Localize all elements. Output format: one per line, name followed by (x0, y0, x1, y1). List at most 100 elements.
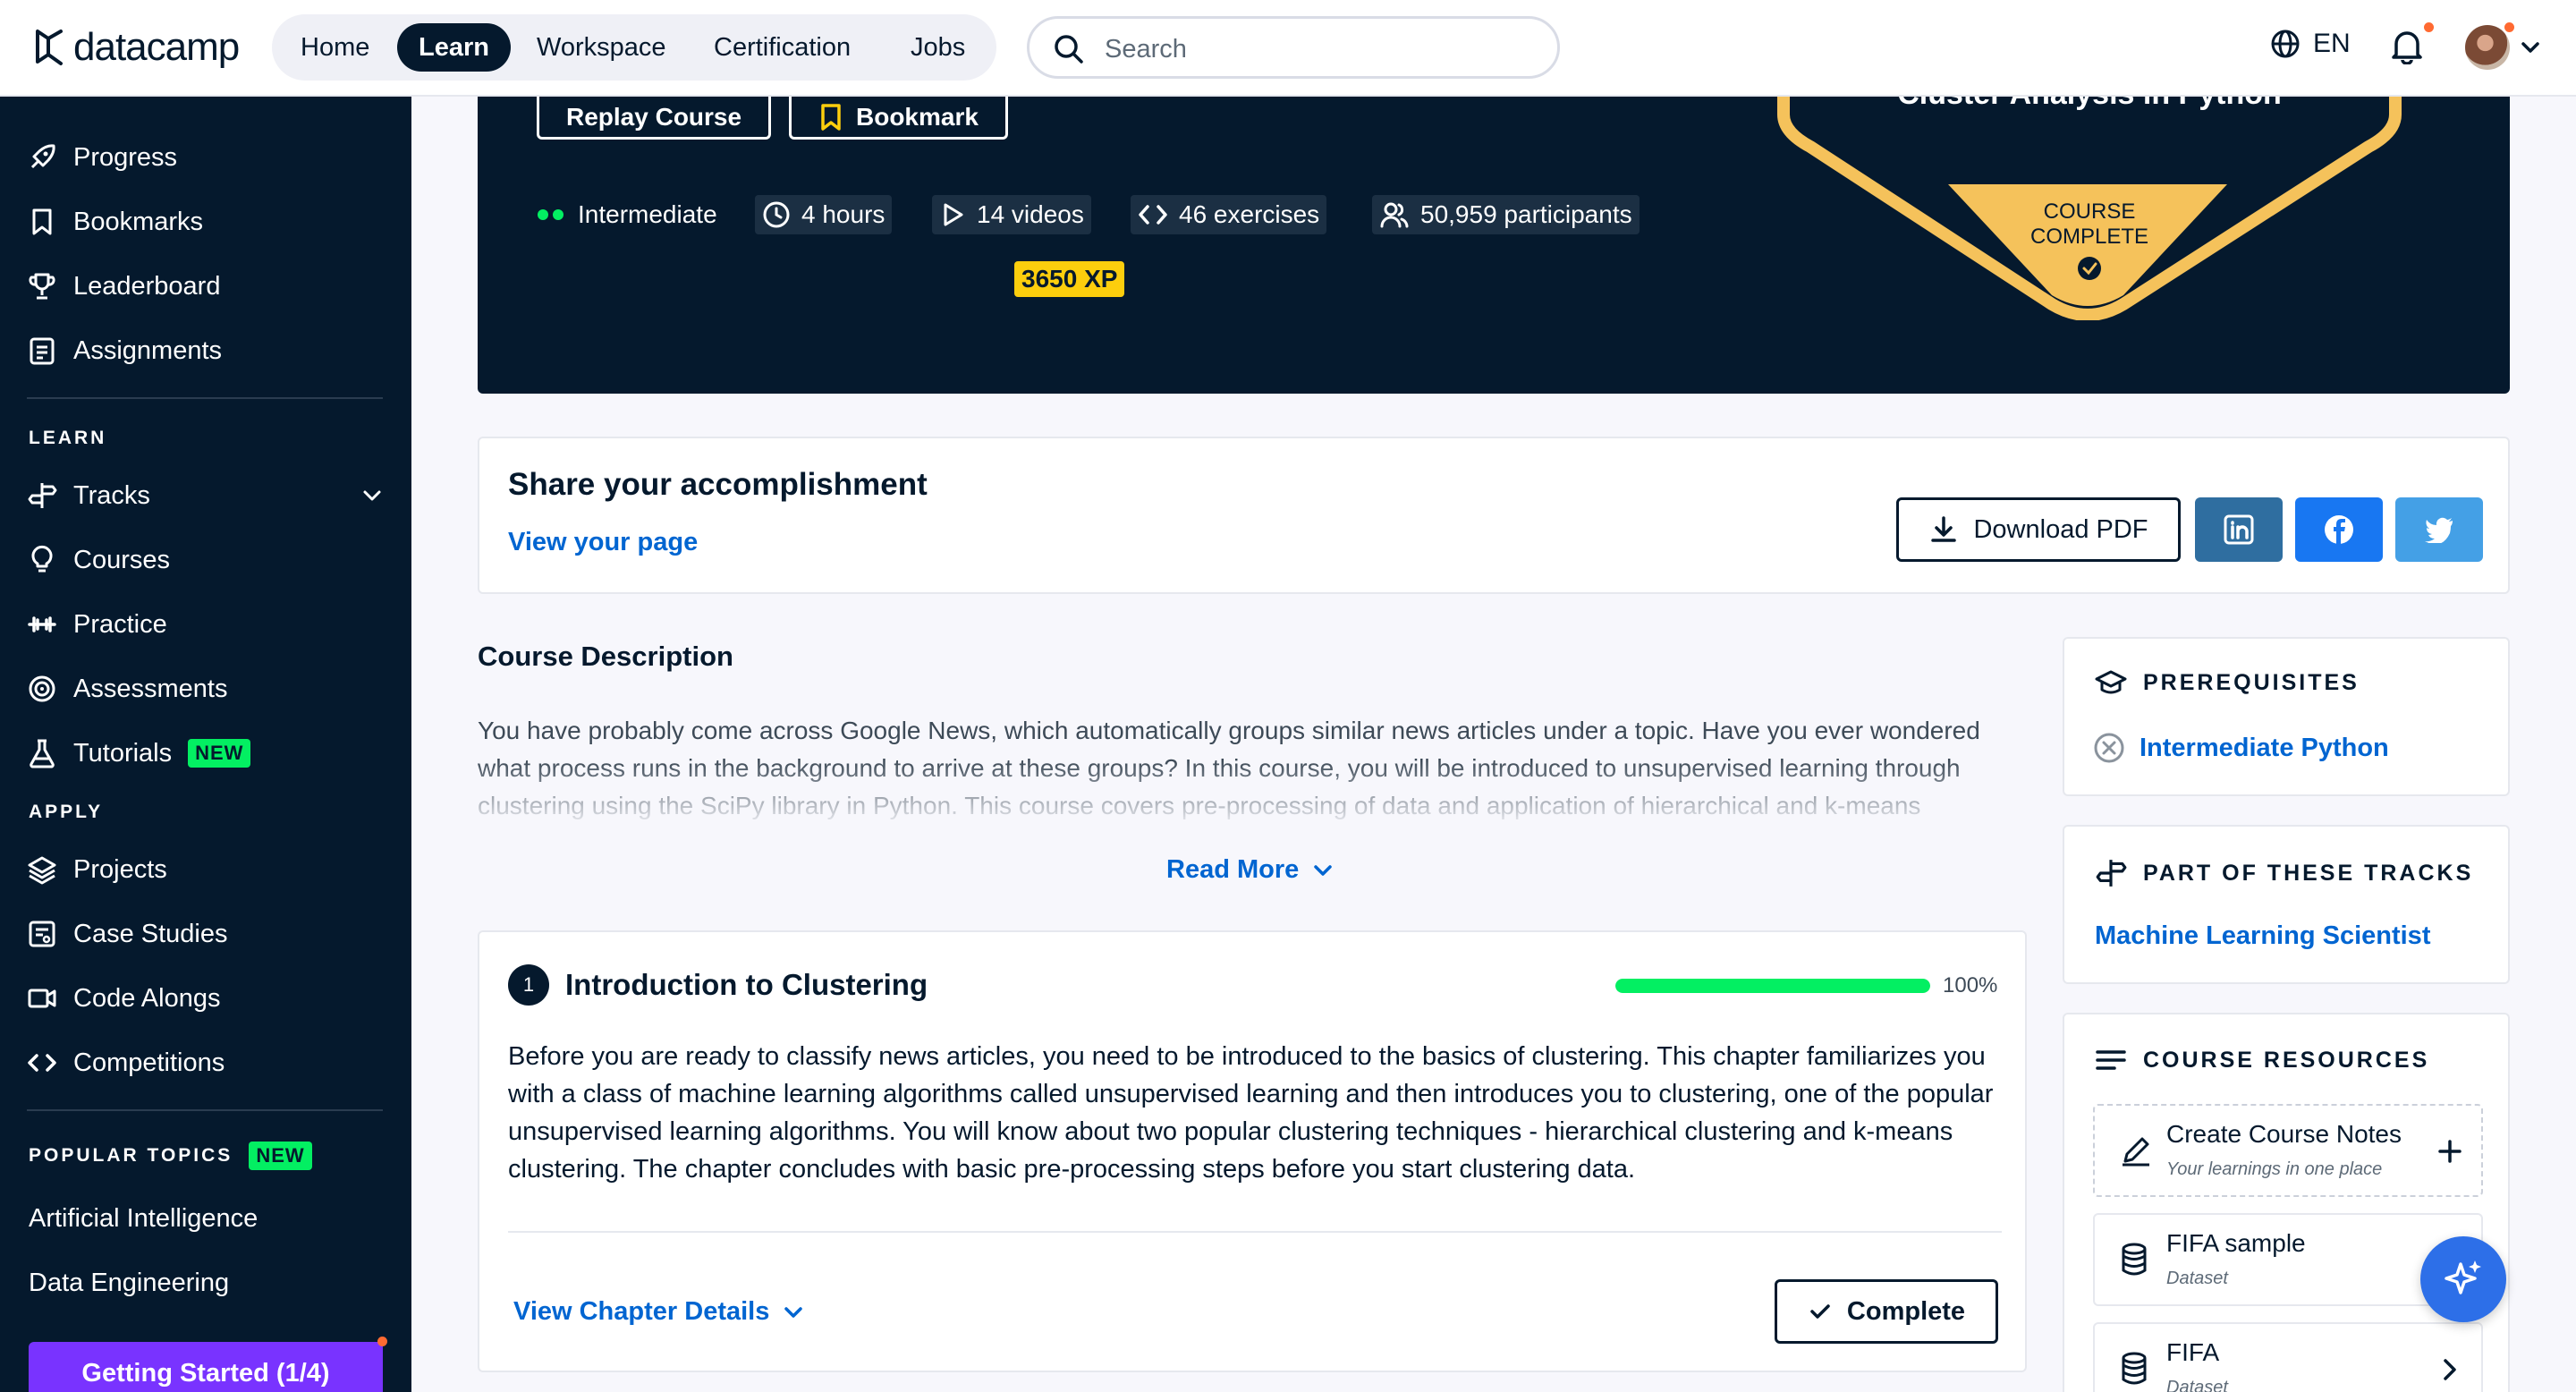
sidebar-item-competitions[interactable]: Competitions (27, 1043, 225, 1082)
nav-workspace[interactable]: Workspace (515, 23, 688, 72)
avatar-notification-dot (2504, 22, 2514, 32)
check-icon (1810, 1304, 1830, 1319)
bookmark-icon (32, 208, 52, 235)
circle-x-icon (2094, 733, 2124, 763)
linkedin-share-button[interactable] (2195, 497, 2283, 562)
nav-jobs[interactable]: Jobs (889, 23, 987, 72)
nav-learn[interactable]: Learn (397, 23, 511, 72)
layers-icon (28, 856, 56, 885)
new-badge: NEW (249, 1142, 312, 1170)
dumbbell-icon (28, 616, 56, 632)
sidebar-divider (27, 1109, 383, 1111)
sidebar-item-case-studies[interactable]: Case Studies (27, 914, 228, 954)
linkedin-icon (2224, 514, 2254, 545)
bookmark-button[interactable]: Bookmark (789, 97, 1008, 140)
resource-fifa[interactable]: FIFA Dataset (2093, 1322, 2483, 1392)
list-icon (2096, 1050, 2126, 1070)
download-label: Download PDF (1973, 514, 2148, 544)
facebook-share-button[interactable] (2295, 497, 2383, 562)
course-complete-badge: Cluster Analysis in Python COURSE COMPLE… (1777, 97, 2402, 320)
rocket-icon (30, 144, 55, 169)
participants-label: 50,959 participants (1420, 200, 1632, 228)
language-selector[interactable]: EN (2270, 29, 2351, 59)
sidebar-item-courses[interactable]: Courses (27, 540, 170, 580)
sidebar-section-learn: LEARN (29, 428, 107, 448)
chapter-number: 1 (508, 964, 549, 1006)
badge-title: Cluster Analysis in Python (1897, 97, 2282, 111)
ai-assistant-button[interactable] (2420, 1236, 2506, 1322)
prerequisite-link[interactable]: Intermediate Python (2140, 734, 2389, 763)
database-icon (2122, 1352, 2147, 1385)
sidebar-label: Leaderboard (73, 271, 221, 301)
sidebar-label: Competitions (73, 1048, 225, 1077)
chapter-divider (508, 1231, 2002, 1233)
resources-heading: COURSE RESOURCES (2095, 1047, 2429, 1074)
sidebar-item-projects[interactable]: Projects (27, 850, 167, 889)
datacamp-logo-icon (36, 30, 63, 65)
badge-status-line2: COMPLETE (2030, 225, 2148, 249)
twitter-share-button[interactable] (2395, 497, 2483, 562)
course-videos: 14 videos (932, 195, 1091, 234)
course-exercises: 46 exercises (1131, 195, 1327, 234)
prerequisite-item[interactable]: Intermediate Python (2093, 732, 2389, 764)
getting-started-dot (377, 1337, 387, 1346)
resource-sub: Dataset (2166, 1269, 2228, 1288)
share-title: Share your accomplishment (508, 467, 928, 502)
complete-button[interactable]: Complete (1775, 1279, 1998, 1344)
nav-home[interactable]: Home (279, 23, 391, 72)
code-icon (1139, 205, 1167, 225)
sidebar-label: Case Studies (73, 919, 228, 948)
view-your-page-link[interactable]: View your page (508, 528, 698, 557)
replay-course-button[interactable]: Replay Course (537, 97, 772, 140)
bell-icon (2392, 31, 2422, 64)
sidebar-item-bookmarks[interactable]: Bookmarks (27, 202, 203, 242)
sidebar-divider (27, 397, 383, 399)
view-chapter-details-button[interactable]: View Chapter Details (513, 1297, 805, 1327)
chevron-down-icon (1314, 864, 1333, 876)
sidebar-item-assessments[interactable]: Assessments (27, 669, 227, 709)
download-pdf-button[interactable]: Download PDF (1896, 497, 2181, 562)
chapter-card: 1 Introduction to Clustering 100% Before… (478, 930, 2027, 1372)
database-icon (2122, 1243, 2147, 1276)
sidebar-item-code-alongs[interactable]: Code Alongs (27, 979, 220, 1018)
xp-badge: 3650 XP (1014, 261, 1125, 297)
sidebar-item-practice[interactable]: Practice (27, 605, 167, 644)
sparkle-icon (2445, 1260, 2481, 1294)
read-more-button[interactable]: Read More (1166, 855, 1335, 885)
sidebar-item-tracks[interactable]: Tracks (27, 476, 385, 515)
resource-name: FIFA (2166, 1338, 2220, 1366)
sidebar-label: Projects (73, 854, 167, 884)
topics-heading: POPULAR TOPICS (29, 1145, 233, 1166)
exercises-label: 46 exercises (1179, 200, 1320, 228)
course-duration: 4 hours (755, 195, 893, 234)
getting-started-button[interactable]: Getting Started (1/4) (29, 1342, 383, 1392)
sidebar-item-progress[interactable]: Progress (27, 138, 177, 177)
sidebar-item-tutorials[interactable]: Tutorials NEW (27, 734, 251, 773)
chapter-title[interactable]: Introduction to Clustering (565, 968, 928, 1002)
level-dots-icon (538, 209, 564, 220)
topic-artificial-intelligence[interactable]: Artificial Intelligence (29, 1204, 258, 1234)
search-icon (1055, 35, 1083, 64)
facebook-icon (2325, 515, 2353, 544)
sidebar-label: Progress (73, 142, 178, 172)
notifications-button[interactable] (2390, 29, 2424, 64)
user-avatar[interactable] (2465, 25, 2510, 70)
sidebar-section-topics: POPULAR TOPICS NEW (29, 1142, 312, 1170)
datacamp-logo[interactable]: datacamp (34, 25, 240, 70)
pencil-icon (2123, 1137, 2149, 1167)
chapter-progress-label: 100% (1943, 973, 1998, 997)
create-notes-button[interactable]: Create Course Notes Your learnings in on… (2093, 1104, 2483, 1197)
sidebar-item-assignments[interactable]: Assignments (27, 331, 222, 370)
track-link[interactable]: Machine Learning Scientist (2095, 921, 2430, 951)
download-icon (1931, 516, 1957, 542)
search-bar[interactable]: Search (1027, 16, 1560, 79)
topic-data-engineering[interactable]: Data Engineering (29, 1269, 229, 1298)
globe-icon (2271, 30, 2300, 58)
sidebar-item-leaderboard[interactable]: Leaderboard (27, 267, 220, 306)
sidebar-label: Bookmarks (73, 207, 204, 236)
chevron-down-icon[interactable] (2519, 36, 2542, 59)
chevron-down-icon[interactable] (360, 483, 385, 508)
resource-sub: Your learnings in one place (2166, 1159, 2383, 1179)
participants-icon (1380, 202, 1409, 228)
nav-certification[interactable]: Certification (692, 23, 872, 72)
